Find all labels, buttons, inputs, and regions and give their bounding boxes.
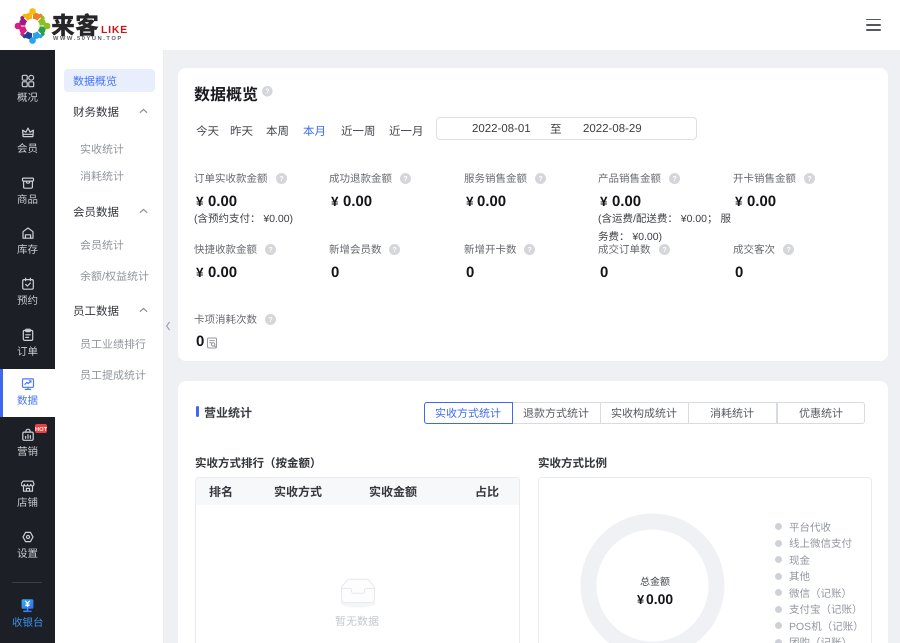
svg-text:?: ? — [265, 89, 269, 96]
svg-text:?: ? — [673, 175, 677, 183]
svg-text:?: ? — [279, 175, 283, 183]
svg-text:?: ? — [787, 246, 791, 254]
svg-text:?: ? — [808, 175, 812, 183]
svg-text:?: ? — [268, 246, 272, 254]
svg-text:?: ? — [662, 246, 666, 254]
svg-text:?: ? — [403, 175, 407, 183]
svg-text:?: ? — [527, 246, 531, 254]
svg-text:?: ? — [538, 175, 542, 183]
svg-text:?: ? — [268, 316, 272, 324]
svg-text:?: ? — [393, 246, 397, 254]
